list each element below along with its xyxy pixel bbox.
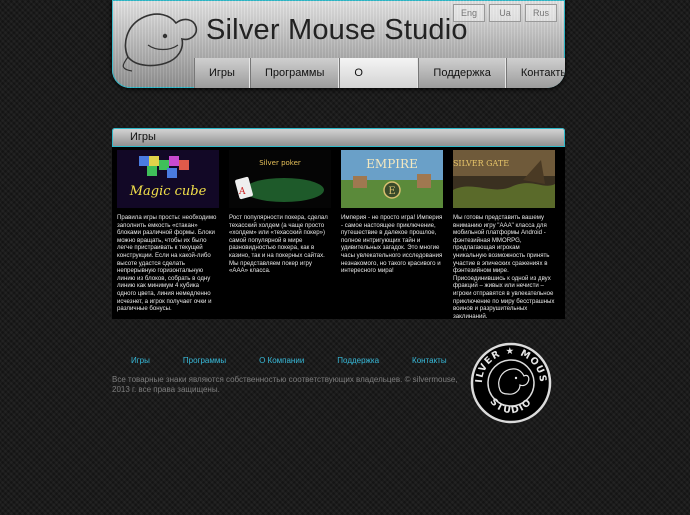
game-thumbnail[interactable]: E EMPIRE: [341, 150, 443, 208]
language-switcher: Eng Ua Rus: [453, 4, 557, 22]
footer-link-games[interactable]: Игры: [131, 356, 150, 365]
game-card-empire[interactable]: E EMPIRE Империя - не просто игра! Импер…: [341, 150, 443, 275]
game-description: Мы готовы представить вашему вниманию иг…: [453, 214, 555, 320]
thumb-title: Silver poker: [259, 159, 301, 167]
game-card-magic-cube[interactable]: Magic cube Правила игры просты: необходи…: [117, 150, 219, 313]
nav-item-programs[interactable]: Программы: [249, 58, 340, 88]
game-thumbnail[interactable]: A Silver poker: [229, 150, 331, 208]
nav-item-support[interactable]: Поддержка: [418, 58, 506, 88]
svg-text:E: E: [388, 186, 395, 197]
svg-text:A: A: [238, 187, 246, 197]
header: Silver Mouse Studio Eng Ua Rus Игры Прог…: [112, 0, 565, 88]
footer-link-contacts[interactable]: Контакты: [412, 356, 447, 365]
footer-link-about[interactable]: О Компании: [259, 356, 304, 365]
nav-item-contacts[interactable]: Контакты: [505, 58, 565, 88]
thumb-title: EMPIRE: [366, 157, 418, 171]
nav-item-about[interactable]: О компании: [339, 58, 419, 88]
game-thumbnail[interactable]: Magic cube: [117, 150, 219, 208]
copyright-text: Все товарные знаки являются собственност…: [112, 375, 458, 394]
footer-link-programs[interactable]: Программы: [183, 356, 226, 365]
lang-eng-button[interactable]: Eng: [453, 4, 485, 22]
game-thumbnail[interactable]: SILVER GATE: [453, 150, 555, 208]
studio-badge-logo: SILVER ★ MOUSE STUDIO: [470, 342, 552, 424]
thumb-title: SILVER GATE: [453, 159, 509, 168]
game-description: Рост популярности покера, сделал техасск…: [229, 214, 328, 275]
footer-link-support[interactable]: Поддержка: [337, 356, 379, 365]
footer-nav: Игры Программы О Компании Поддержка Конт…: [131, 356, 447, 365]
game-description: Правила игры просты: необходимо заполнит…: [117, 214, 217, 313]
games-grid: Magic cube Правила игры просты: необходи…: [112, 147, 565, 320]
game-card-silver-gate[interactable]: SILVER GATE Мы готовы представить вашему…: [453, 150, 555, 320]
mouse-logo-icon[interactable]: [118, 5, 204, 73]
section-title: Игры: [130, 131, 156, 143]
game-description: Империя - не просто игра! Империя - само…: [341, 214, 443, 275]
lang-rus-button[interactable]: Rus: [525, 4, 557, 22]
main-nav: Игры Программы О компании Поддержка Конт…: [194, 58, 565, 88]
section-header: Игры: [112, 128, 565, 147]
thumb-title: Magic cube: [129, 184, 207, 199]
site-title: Silver Mouse Studio: [206, 14, 468, 46]
nav-item-games[interactable]: Игры: [194, 58, 250, 88]
game-card-silver-poker[interactable]: A Silver poker Рост популярности покера,…: [229, 150, 331, 275]
lang-ua-button[interactable]: Ua: [489, 4, 521, 22]
